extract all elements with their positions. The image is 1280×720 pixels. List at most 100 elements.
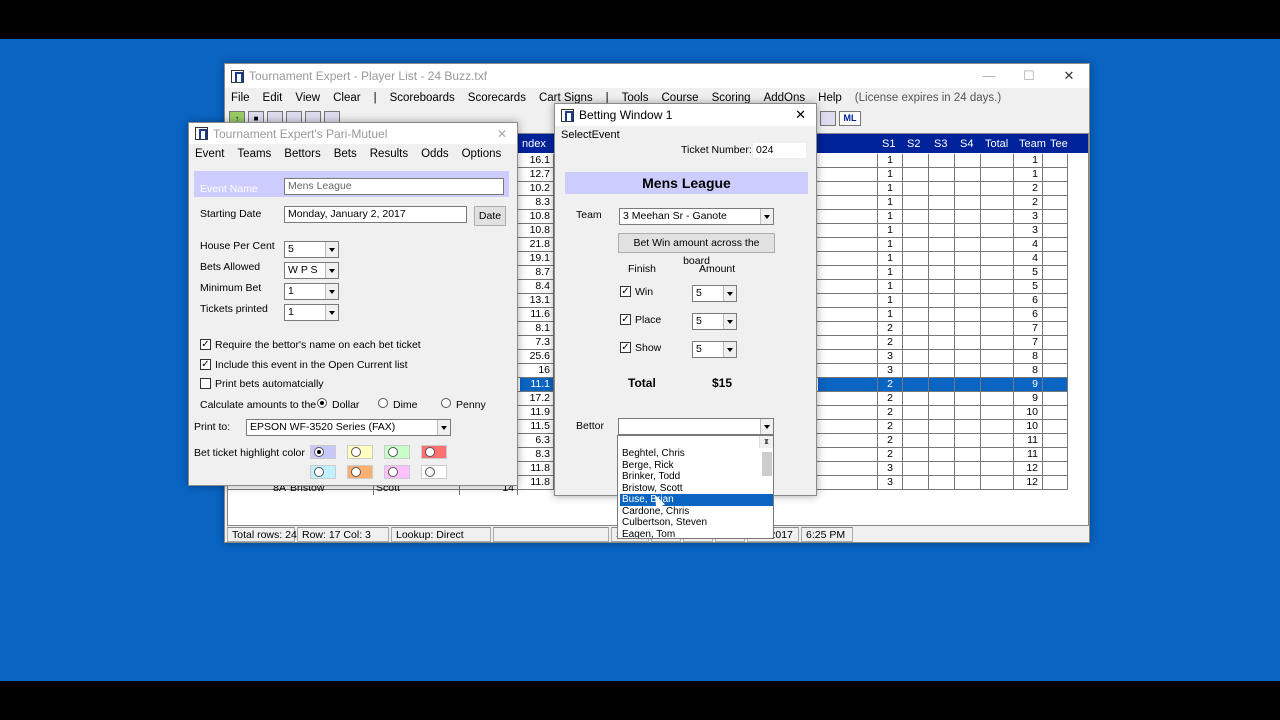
tee-cell[interactable] xyxy=(1043,406,1068,419)
win-amount-select[interactable]: 5 xyxy=(692,285,737,302)
dollar-radio[interactable] xyxy=(317,398,327,408)
index-cell[interactable]: 11.8 xyxy=(520,476,554,489)
team-cell[interactable]: 11 xyxy=(1014,434,1043,447)
tee-cell[interactable] xyxy=(1043,364,1068,377)
menu-item[interactable]: Event xyxy=(195,148,224,160)
tee-cell[interactable] xyxy=(1043,196,1068,209)
tee-cell[interactable] xyxy=(1043,462,1068,475)
tee-cell[interactable] xyxy=(1043,420,1068,433)
menu-item[interactable]: Help xyxy=(818,92,842,104)
penny-radio[interactable] xyxy=(441,398,451,408)
s4-cell[interactable] xyxy=(955,448,981,461)
total-cell[interactable] xyxy=(981,406,1014,419)
team-cell[interactable]: 6 xyxy=(1014,308,1043,321)
menu-item[interactable]: Options xyxy=(462,148,502,160)
team-cell[interactable]: 4 xyxy=(1014,238,1043,251)
total-cell[interactable] xyxy=(981,294,1014,307)
select-event-menu[interactable]: SelectEvent xyxy=(561,129,620,141)
team-cell[interactable]: 5 xyxy=(1014,266,1043,279)
print-to-select[interactable]: EPSON WF-3520 Series (FAX) xyxy=(246,419,451,436)
total-cell[interactable] xyxy=(981,280,1014,293)
total-cell[interactable] xyxy=(981,210,1014,223)
index-cell[interactable]: 16.1 xyxy=(520,154,554,167)
total-cell[interactable] xyxy=(981,322,1014,335)
starting-date-input[interactable]: Monday, January 2, 2017 xyxy=(284,206,467,223)
index-cell[interactable]: 6.3 xyxy=(520,434,554,447)
date-button[interactable]: Date xyxy=(474,206,506,226)
s4-cell[interactable] xyxy=(955,252,981,265)
s1-cell[interactable]: 2 xyxy=(878,406,903,419)
index-cell[interactable]: 10.2 xyxy=(520,182,554,195)
team-cell[interactable]: 11 xyxy=(1014,448,1043,461)
total-cell[interactable] xyxy=(981,476,1014,489)
s4-cell[interactable] xyxy=(955,406,981,419)
s1-cell[interactable]: 2 xyxy=(878,420,903,433)
highlight-color-swatch[interactable] xyxy=(384,445,410,459)
team-cell[interactable]: 3 xyxy=(1014,210,1043,223)
s3-cell[interactable] xyxy=(929,308,955,321)
s2-cell[interactable] xyxy=(903,462,929,475)
place-checkbox[interactable]: ✓ xyxy=(620,314,631,325)
bettor-dropdown-list[interactable]: Beghtel, Chris Berge, Rick Brinker, Todd Br… xyxy=(617,435,774,539)
total-cell[interactable] xyxy=(981,462,1014,475)
minimum-bet-select[interactable]: 1 xyxy=(284,283,339,300)
total-cell[interactable] xyxy=(981,182,1014,195)
s3-cell[interactable] xyxy=(929,224,955,237)
highlight-color-radio[interactable] xyxy=(425,447,435,457)
index-cell[interactable]: 25.6 xyxy=(520,350,554,363)
s1-cell[interactable]: 1 xyxy=(878,210,903,223)
require-name-checkbox[interactable]: ✓ xyxy=(200,339,211,350)
s2-cell[interactable] xyxy=(903,392,929,405)
index-cell[interactable]: 8.3 xyxy=(520,196,554,209)
s2-cell[interactable] xyxy=(903,308,929,321)
scroll-down-icon[interactable]: ▼ xyxy=(760,436,773,448)
s1-cell[interactable]: 1 xyxy=(878,154,903,167)
close-button[interactable]: ✕ xyxy=(497,127,507,141)
total-cell[interactable] xyxy=(981,350,1014,363)
s4-cell[interactable] xyxy=(955,392,981,405)
s4-cell[interactable] xyxy=(955,280,981,293)
team-cell[interactable]: 1 xyxy=(1014,168,1043,181)
bettor-option[interactable]: Culbertson, Steven xyxy=(620,517,773,529)
s4-cell[interactable] xyxy=(955,462,981,475)
s2-cell[interactable] xyxy=(903,168,929,181)
highlight-color-swatch[interactable] xyxy=(347,465,373,479)
index-cell[interactable]: 11.5 xyxy=(520,420,554,433)
s1-cell[interactable]: 3 xyxy=(878,350,903,363)
s2-cell[interactable] xyxy=(903,196,929,209)
s2-cell[interactable] xyxy=(903,280,929,293)
bettor-option[interactable]: Beghtel, Chris xyxy=(620,448,773,460)
team-cell[interactable]: 7 xyxy=(1014,322,1043,335)
bettor-select[interactable] xyxy=(618,418,774,435)
s4-cell[interactable] xyxy=(955,476,981,489)
s2-cell[interactable] xyxy=(903,294,929,307)
s3-cell[interactable] xyxy=(929,476,955,489)
s1-cell[interactable]: 1 xyxy=(878,224,903,237)
tee-cell[interactable] xyxy=(1043,238,1068,251)
s3-cell[interactable] xyxy=(929,154,955,167)
total-cell[interactable] xyxy=(981,308,1014,321)
highlight-color-radio[interactable] xyxy=(314,447,324,457)
s2-cell[interactable] xyxy=(903,224,929,237)
maximize-button[interactable]: ☐ xyxy=(1009,64,1049,88)
s4-cell[interactable] xyxy=(955,336,981,349)
team-cell[interactable]: 9 xyxy=(1014,378,1043,391)
include-event-checkbox[interactable]: ✓ xyxy=(200,359,211,370)
s4-cell[interactable] xyxy=(955,308,981,321)
s2-cell[interactable] xyxy=(903,182,929,195)
tee-cell[interactable] xyxy=(1043,224,1068,237)
highlight-color-swatch[interactable] xyxy=(421,465,447,479)
total-cell[interactable] xyxy=(981,378,1014,391)
s1-cell[interactable]: 2 xyxy=(878,434,903,447)
bettor-option[interactable]: Bristow, Scott xyxy=(620,483,773,495)
s3-cell[interactable] xyxy=(929,294,955,307)
s3-cell[interactable] xyxy=(929,182,955,195)
place-amount-select[interactable]: 5 xyxy=(692,313,737,330)
team-cell[interactable]: 5 xyxy=(1014,280,1043,293)
tee-cell[interactable] xyxy=(1043,378,1068,391)
event-name-input[interactable]: Mens League xyxy=(284,178,504,195)
win-checkbox[interactable]: ✓ xyxy=(620,286,631,297)
index-cell[interactable]: 12.7 xyxy=(520,168,554,181)
s1-cell[interactable]: 3 xyxy=(878,462,903,475)
highlight-color-swatch[interactable] xyxy=(384,465,410,479)
